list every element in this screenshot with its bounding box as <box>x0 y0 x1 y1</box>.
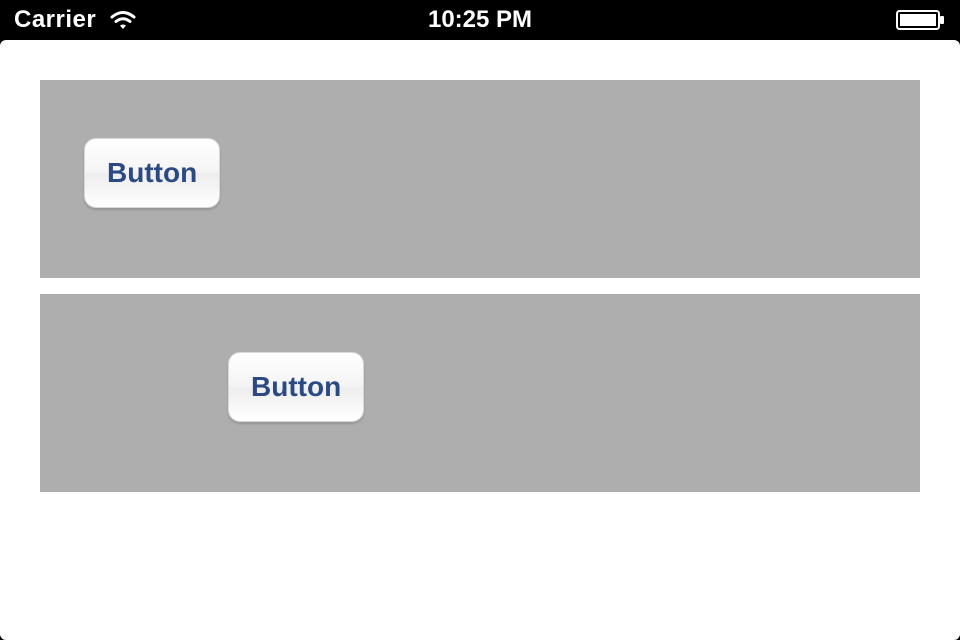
status-right <box>896 9 946 31</box>
status-time: 10:25 PM <box>428 6 532 34</box>
device-frame: Carrier 10:25 PM Button <box>0 0 960 640</box>
status-bar: Carrier 10:25 PM <box>0 0 960 40</box>
app-content: Button Button <box>0 40 960 640</box>
table-row[interactable]: Button <box>40 80 920 278</box>
wifi-icon <box>108 9 138 31</box>
cell-button-1[interactable]: Button <box>84 138 220 208</box>
status-left: Carrier <box>14 6 138 34</box>
table-view[interactable]: Button Button <box>0 40 960 492</box>
cell-button-2[interactable]: Button <box>228 352 364 422</box>
battery-icon <box>896 9 946 31</box>
carrier-label: Carrier <box>14 6 96 34</box>
table-row[interactable]: Button <box>40 294 920 492</box>
